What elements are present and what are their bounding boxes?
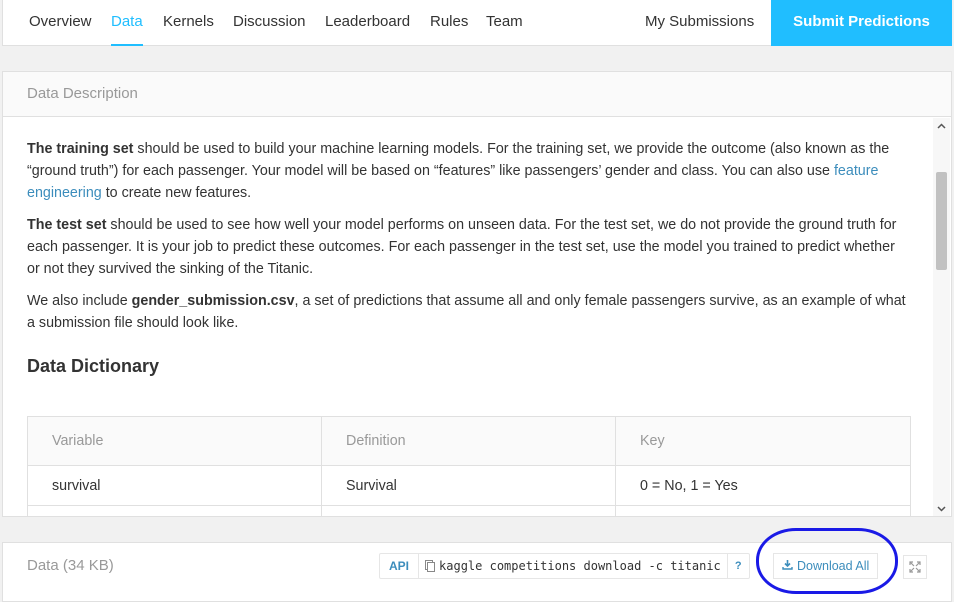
gender-submission-intro: We also include [27, 293, 132, 309]
download-icon [782, 554, 793, 578]
chevron-down-icon[interactable] [933, 501, 950, 516]
chevron-up-icon[interactable] [933, 118, 950, 135]
tab-rules[interactable]: Rules [430, 0, 468, 46]
table-cell: 0 = No, 1 = Yes [615, 465, 911, 506]
column-header-key: Key [615, 416, 911, 466]
data-description-panel: Data Description The training set should… [2, 71, 952, 517]
vertical-scrollbar[interactable] [933, 118, 950, 516]
test-set-term: The test set [27, 217, 107, 233]
panel-body[interactable]: The training set should be used to build… [3, 118, 935, 516]
tab-overview[interactable]: Overview [29, 0, 92, 46]
api-command-text: kaggle competitions download -c titanic [439, 559, 721, 573]
panel-header: Data Description [3, 72, 951, 117]
data-files-panel: Data (34 KB) API kaggle competitions dow… [2, 542, 952, 602]
gender-submission-paragraph: We also include gender_submission.csv, a… [27, 290, 907, 334]
tab-data[interactable]: Data [111, 0, 143, 46]
column-header-definition: Definition [321, 416, 616, 466]
top-nav: Overview Data Kernels Discussion Leaderb… [2, 0, 952, 46]
tab-discussion[interactable]: Discussion [233, 0, 306, 46]
table-row [27, 505, 911, 516]
help-button[interactable]: ? [726, 554, 749, 578]
table-cell [615, 505, 911, 516]
column-header-variable: Variable [27, 416, 322, 466]
table-cell: survival [27, 465, 322, 506]
data-dictionary-heading: Data Dictionary [27, 356, 160, 376]
tab-kernels[interactable]: Kernels [163, 0, 214, 46]
download-all-button[interactable]: Download All [773, 553, 879, 579]
training-set-term: The training set [27, 141, 134, 157]
test-set-paragraph: The test set should be used to see how w… [27, 214, 907, 280]
test-set-text: should be used to see how well your mode… [27, 217, 897, 277]
submit-predictions-button[interactable]: Submit Predictions [771, 0, 952, 46]
api-command-box: API kaggle competitions download -c tita… [379, 553, 750, 579]
expand-icon[interactable] [903, 555, 927, 579]
data-dictionary-table: Variable Definition Key survival Surviva… [27, 416, 911, 516]
gender-submission-filename: gender_submission.csv [131, 293, 295, 309]
data-size-title: Data (34 KB) [27, 557, 114, 574]
training-set-paragraph: The training set should be used to build… [27, 138, 907, 204]
download-all-label: Download All [797, 559, 870, 573]
tab-leaderboard[interactable]: Leaderboard [325, 0, 410, 46]
table-cell [27, 505, 322, 516]
tab-team[interactable]: Team [486, 0, 523, 46]
table-header-row: Variable Definition Key [27, 416, 911, 466]
panel-title: Data Description [27, 85, 138, 102]
training-set-text-end: to create new features. [101, 185, 252, 201]
table-row: survival Survival 0 = No, 1 = Yes [27, 465, 911, 506]
api-command[interactable]: kaggle competitions download -c titanic [419, 554, 727, 578]
training-set-text: should be used to build your machine lea… [27, 141, 890, 179]
scrollbar-thumb[interactable] [936, 172, 947, 270]
my-submissions-link[interactable]: My Submissions [645, 0, 754, 46]
table-cell: Survival [321, 465, 616, 506]
api-button[interactable]: API [380, 554, 420, 578]
copy-icon[interactable] [425, 560, 436, 572]
table-cell [321, 505, 616, 516]
